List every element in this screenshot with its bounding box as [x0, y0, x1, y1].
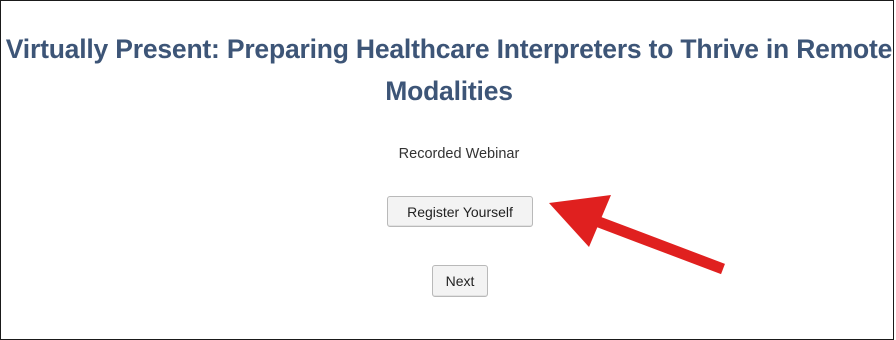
register-button[interactable]: Register Yourself [387, 196, 533, 227]
page-title: Virtually Present: Preparing Healthcare … [5, 34, 893, 106]
red-arrow-annotation [549, 195, 725, 275]
arrow-shaft [581, 210, 725, 275]
content-panel: Virtually Present: Preparing Healthcare … [0, 0, 894, 340]
event-type-label: Recorded Webinar [398, 146, 520, 162]
next-button[interactable]: Next [432, 265, 488, 297]
